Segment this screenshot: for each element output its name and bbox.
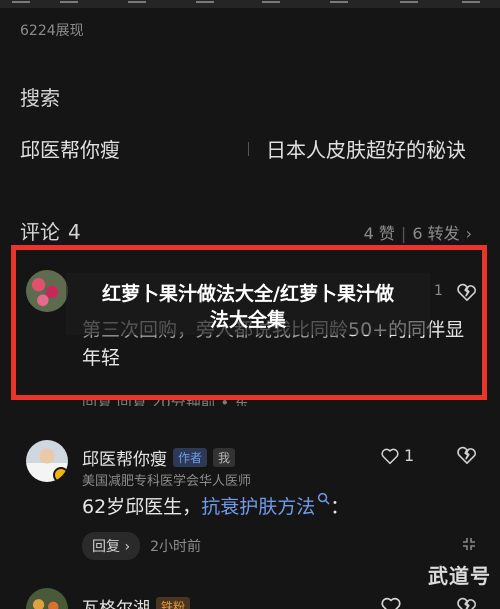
reply-button-label: 回复 bbox=[92, 539, 120, 555]
verified-badge-icon bbox=[53, 467, 68, 482]
comment-author-name[interactable]: 邱医帮你瘦 bbox=[82, 450, 167, 470]
shares-stat: 6 转发 bbox=[412, 224, 460, 243]
comment-time: 2小时前 bbox=[150, 539, 201, 555]
chevron-right-icon: › bbox=[465, 224, 472, 243]
search-icon bbox=[318, 492, 330, 505]
search-divider bbox=[248, 142, 249, 156]
me-badge: 我 bbox=[213, 448, 236, 467]
comment-like-button[interactable]: 1 bbox=[380, 445, 414, 465]
comment-like-count: 1 bbox=[404, 446, 415, 465]
comment-reply-row: 回复 › 2小时前 bbox=[82, 532, 201, 560]
fans-badge: 铁粉 bbox=[156, 597, 191, 609]
likes-stat: 4 赞 bbox=[363, 224, 395, 243]
comments-title-label: 评论 bbox=[20, 220, 60, 244]
top-strip bbox=[0, 0, 500, 8]
heart-broken-icon[interactable] bbox=[456, 445, 478, 465]
comment-text-before: 62岁邱医生， bbox=[82, 496, 202, 518]
comments-count: 4 bbox=[68, 220, 81, 244]
search-suggestion-2[interactable]: 日本人皮肤超好的秘诀 bbox=[266, 134, 466, 163]
comments-stats[interactable]: 4 赞 | 6 转发 › bbox=[364, 220, 472, 244]
comment-author-name[interactable]: 瓦格尔湖 bbox=[82, 599, 150, 609]
stats-separator: | bbox=[400, 224, 407, 243]
search-suggestions: 邱医帮你瘦 日本人皮肤超好的秘诀 bbox=[20, 134, 480, 164]
comment-text: 62岁邱医生，抗衰护肤方法 ： bbox=[82, 492, 349, 521]
view-count: 6224展现 bbox=[20, 23, 84, 39]
comment-author-line: 瓦格尔湖 铁粉 bbox=[82, 594, 191, 609]
collapse-icon[interactable] bbox=[460, 535, 478, 553]
comment-text-after: ： bbox=[330, 496, 350, 518]
avatar[interactable] bbox=[26, 588, 68, 609]
comment-author-subtitle: 美国减肥专科医学会华人医师 bbox=[82, 474, 252, 489]
heart-broken-icon[interactable] bbox=[456, 596, 478, 609]
search-suggestion-1[interactable]: 邱医帮你瘦 bbox=[20, 134, 120, 163]
reply-button[interactable]: 回复 › bbox=[82, 532, 141, 560]
watermark: 武道号 bbox=[428, 564, 491, 588]
comment-author-line: 邱医帮你瘦 作者我 bbox=[82, 445, 236, 470]
avatar[interactable] bbox=[26, 440, 68, 482]
author-badge: 作者 bbox=[173, 448, 208, 467]
comments-title: 评论 4 bbox=[20, 216, 81, 245]
heart-outline-icon[interactable] bbox=[380, 596, 402, 609]
search-link[interactable]: 抗衰护肤方法 bbox=[201, 496, 315, 518]
chevron-right-icon: › bbox=[124, 539, 131, 555]
highlight-frame bbox=[11, 245, 487, 400]
search-section-title: 搜索 bbox=[20, 86, 60, 110]
top-strip-ticks bbox=[0, 0, 500, 8]
comments-header: 评论 4 4 赞 | 6 转发 › bbox=[20, 216, 480, 246]
heart-outline-icon bbox=[381, 448, 399, 464]
